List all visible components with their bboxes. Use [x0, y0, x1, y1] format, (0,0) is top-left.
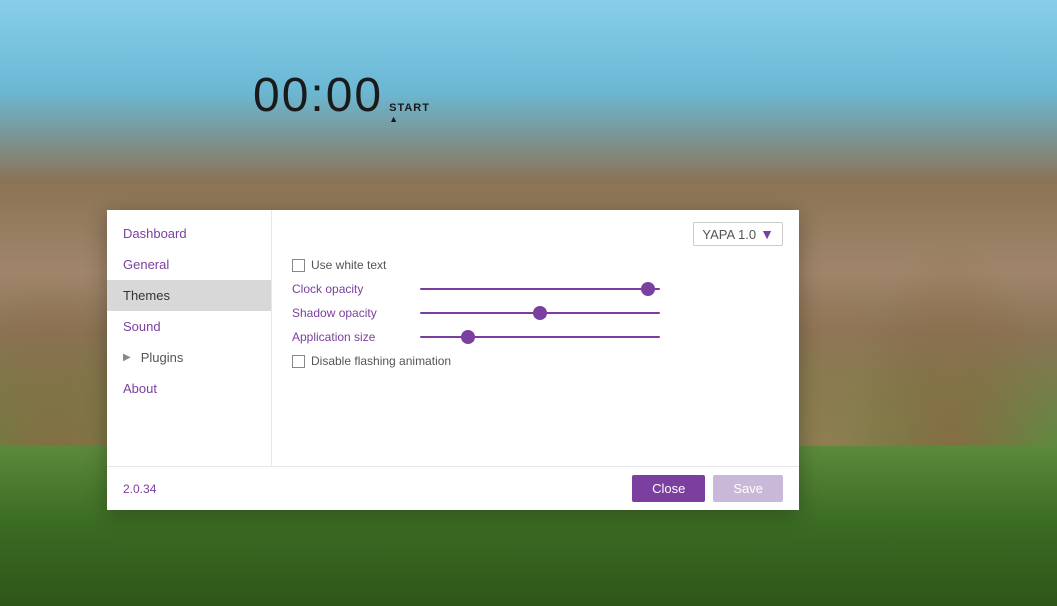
clock-start-label: START: [389, 103, 430, 114]
save-button[interactable]: Save: [713, 475, 783, 502]
application-size-row: Application size: [292, 330, 779, 344]
sidebar-item-plugins[interactable]: ▶ Plugins: [107, 342, 271, 373]
shadow-opacity-slider-container: [420, 312, 779, 314]
clock-display: 00:00 START ▲: [253, 68, 430, 124]
modal-body: Dashboard General Themes Sound ▶ Plugins…: [107, 210, 799, 466]
shadow-opacity-track: [420, 312, 660, 314]
application-size-track: [420, 336, 660, 338]
theme-dropdown[interactable]: YAPA 1.0 ▼: [693, 222, 783, 246]
shadow-opacity-row: Shadow opacity: [292, 306, 779, 320]
modal-footer: 2.0.34 Close Save: [107, 466, 799, 510]
sidebar: Dashboard General Themes Sound ▶ Plugins…: [107, 210, 272, 466]
clock-start-sub: ▲: [389, 114, 398, 124]
sidebar-label-about: About: [123, 381, 157, 396]
clock-opacity-row: Clock opacity: [292, 282, 779, 296]
plugins-arrow-icon: ▶: [123, 352, 131, 363]
sidebar-item-about[interactable]: About: [107, 373, 271, 404]
use-white-text-label: Use white text: [311, 258, 386, 272]
disable-flashing-label: Disable flashing animation: [311, 354, 451, 368]
sidebar-label-dashboard: Dashboard: [123, 226, 187, 241]
clock-opacity-label: Clock opacity: [292, 282, 412, 296]
disable-flashing-checkbox[interactable]: [292, 355, 305, 368]
sidebar-label-sound: Sound: [123, 319, 161, 334]
shadow-opacity-label: Shadow opacity: [292, 306, 412, 320]
application-size-label: Application size: [292, 330, 412, 344]
sidebar-item-sound[interactable]: Sound: [107, 311, 271, 342]
clock-opacity-thumb[interactable]: [641, 282, 655, 296]
sidebar-item-dashboard[interactable]: Dashboard: [107, 218, 271, 249]
footer-buttons: Close Save: [632, 475, 783, 502]
sidebar-item-themes[interactable]: Themes: [107, 280, 271, 311]
use-white-text-row: Use white text: [292, 258, 779, 272]
theme-dropdown-value: YAPA 1.0: [702, 227, 756, 242]
sidebar-label-plugins: Plugins: [141, 350, 184, 365]
settings-content: YAPA 1.0 ▼ Use white text Clock opacity: [272, 210, 799, 466]
clock-opacity-track: [420, 288, 660, 290]
sidebar-item-general[interactable]: General: [107, 249, 271, 280]
clock-time: 00:00: [253, 68, 383, 123]
sidebar-label-general: General: [123, 257, 169, 272]
clock-opacity-slider-container: [420, 288, 779, 290]
version-text: 2.0.34: [123, 482, 156, 496]
dropdown-arrow-icon: ▼: [760, 226, 774, 242]
use-white-text-checkbox[interactable]: [292, 259, 305, 272]
shadow-opacity-thumb[interactable]: [533, 306, 547, 320]
application-size-slider-container: [420, 336, 779, 338]
disable-flashing-row: Disable flashing animation: [292, 354, 779, 368]
sidebar-label-themes: Themes: [123, 288, 170, 303]
close-button[interactable]: Close: [632, 475, 705, 502]
application-size-thumb[interactable]: [461, 330, 475, 344]
settings-modal: Dashboard General Themes Sound ▶ Plugins…: [107, 210, 799, 510]
